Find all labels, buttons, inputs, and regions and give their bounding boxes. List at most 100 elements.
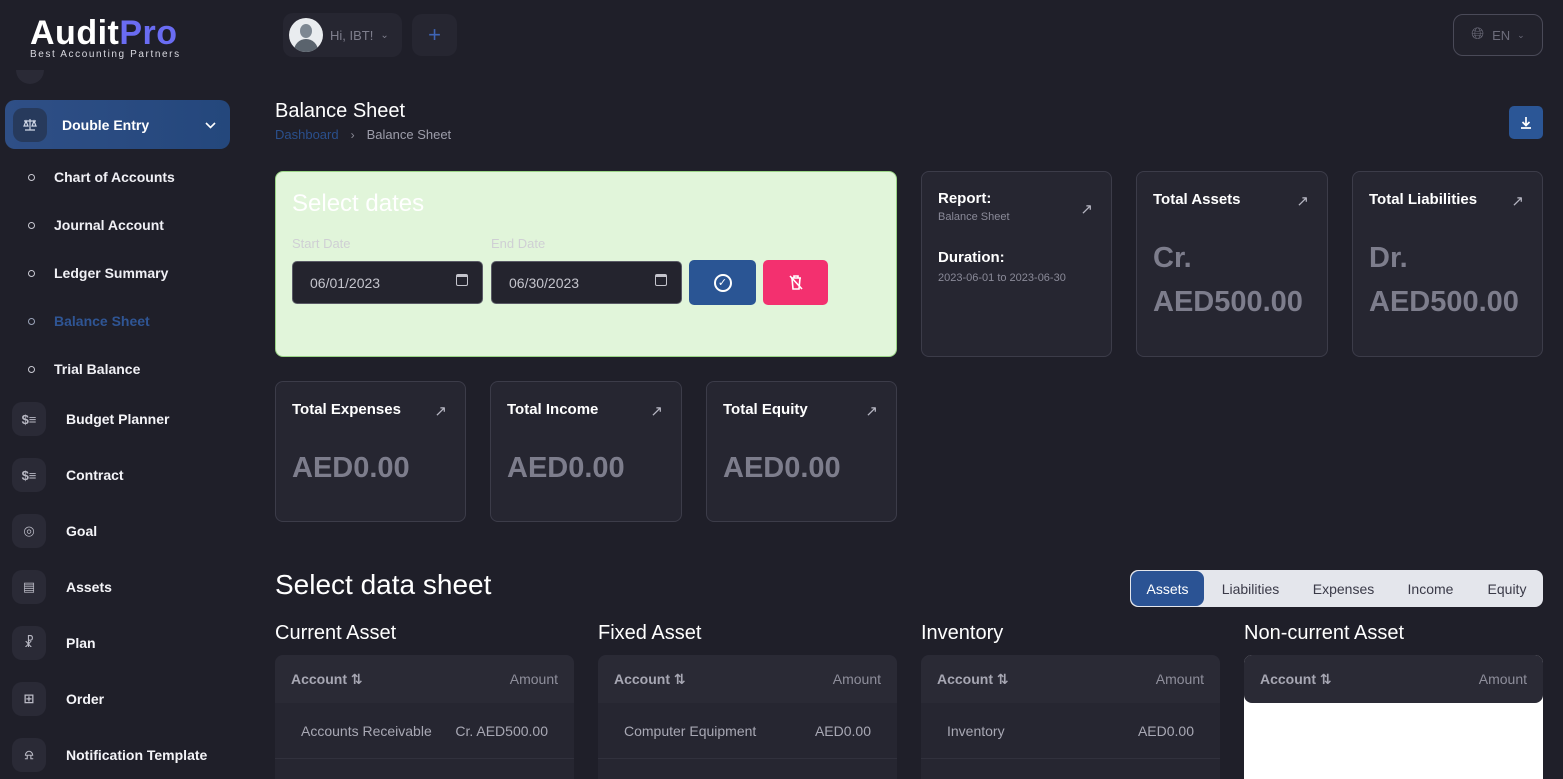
- total-equity-value: AED0.00: [723, 452, 841, 484]
- duration-label: Duration:: [938, 249, 1005, 266]
- sidebar-item-label: Notification Template: [66, 747, 208, 763]
- sidebar-item-label: Contract: [66, 467, 124, 483]
- account-column-header[interactable]: Account ⇅: [1260, 671, 1332, 688]
- language-select[interactable]: 🌐︎ EN ⌄: [1453, 14, 1543, 56]
- cart-icon: ⊞: [12, 682, 46, 716]
- table-row: Accounts Receivable Cr. AED500.00: [275, 703, 574, 759]
- download-button[interactable]: [1509, 106, 1543, 139]
- total-liabilities-prefix: Dr.: [1369, 242, 1408, 274]
- amount-column-header: Amount: [1478, 671, 1527, 687]
- plus-icon: +: [428, 22, 441, 47]
- sidebar-subitem-label: Trial Balance: [54, 361, 141, 377]
- amount-cell: Cr. AED500.00: [455, 722, 548, 739]
- amount-cell: AED0.00: [1137, 722, 1194, 739]
- end-date-input[interactable]: 06/30/2023: [491, 261, 682, 304]
- trophy-icon: ☧: [12, 626, 46, 660]
- account-cell: Inventory: [947, 722, 1005, 739]
- select-dates-card: Select dates Start Date End Date 06/01/2…: [275, 171, 897, 357]
- amount-cell: AED0.00: [814, 722, 871, 739]
- money-stack-icon: $≡: [12, 458, 46, 492]
- arrow-up-right-icon[interactable]: ↗: [1511, 192, 1524, 210]
- add-button[interactable]: +: [412, 14, 457, 56]
- sidebar-item-notification-template[interactable]: ⍾ Notification Template: [12, 738, 207, 772]
- globe-icon: 🌐︎: [1471, 26, 1485, 43]
- calculator-icon: ▤: [12, 570, 46, 604]
- section-title-non-current-asset: Non-current Asset: [1244, 622, 1405, 644]
- calendar-icon[interactable]: [655, 274, 667, 286]
- sidebar-subitem-journal-account[interactable]: Journal Account: [28, 215, 164, 235]
- total-equity-title: Total Equity: [723, 401, 808, 418]
- logo[interactable]: AuditPro Best Accounting Partners: [30, 14, 181, 60]
- sidebar-subitem-chart-of-accounts[interactable]: Chart of Accounts: [28, 167, 175, 187]
- total-income-title: Total Income: [507, 401, 599, 418]
- account-cell: Accounts Receivable: [301, 722, 432, 739]
- non-current-asset-table: Account ⇅ Amount: [1244, 655, 1543, 779]
- report-card: Report: Balance Sheet ↗ Duration: 2023-0…: [921, 171, 1112, 357]
- inventory-table: Account ⇅ Amount Inventory AED0.00: [921, 655, 1220, 779]
- start-date-input[interactable]: 06/01/2023: [292, 261, 483, 304]
- arrow-up-right-icon[interactable]: ↗: [434, 402, 447, 420]
- tab-income[interactable]: Income: [1390, 571, 1471, 606]
- tab-liabilities[interactable]: Liabilities: [1204, 571, 1297, 606]
- sidebar-item-contract[interactable]: $≡ Contract: [12, 458, 124, 492]
- total-liabilities-value: AED500.00: [1369, 286, 1519, 318]
- sidebar-subitem-label: Chart of Accounts: [54, 169, 175, 185]
- total-expenses-value: AED0.00: [292, 452, 410, 484]
- total-income-card: Total Income ↗ AED0.00: [490, 381, 682, 522]
- bullet-icon: [28, 269, 35, 277]
- sidebar-item-budget-planner[interactable]: $≡ Budget Planner: [12, 402, 169, 436]
- sidebar-item-order[interactable]: ⊞ Order: [12, 682, 104, 716]
- table-header: Account ⇅ Amount: [275, 655, 574, 703]
- bullet-icon: [28, 317, 35, 325]
- end-date-label: End Date: [491, 236, 546, 251]
- total-assets-title: Total Assets: [1153, 191, 1241, 208]
- arrow-up-right-icon[interactable]: ↗: [1296, 192, 1309, 210]
- account-column-header[interactable]: Account ⇅: [291, 671, 363, 688]
- sidebar-item-plan[interactable]: ☧ Plan: [12, 626, 96, 660]
- section-title-current-asset: Current Asset: [275, 622, 397, 644]
- calendar-icon[interactable]: [456, 274, 468, 286]
- sidebar-item-label: Order: [66, 691, 105, 707]
- avatar: [289, 18, 323, 52]
- sidebar-subitem-ledger-summary[interactable]: Ledger Summary: [28, 263, 168, 283]
- sidebar-item-assets[interactable]: ▤ Assets: [12, 570, 112, 604]
- chevron-right-icon: ›: [350, 127, 355, 142]
- sidebar-item-label: Goal: [66, 523, 98, 539]
- tab-equity[interactable]: Equity: [1471, 571, 1543, 606]
- total-assets-prefix: Cr.: [1153, 242, 1192, 274]
- trash-off-icon: [788, 275, 803, 290]
- breadcrumb-home-link[interactable]: Dashboard: [275, 127, 339, 142]
- logo-text-pro: Pro: [119, 14, 178, 52]
- arrow-up-right-icon[interactable]: ↗: [650, 402, 663, 420]
- duration-value: 2023-06-01 to 2023-06-30: [938, 272, 1066, 284]
- breadcrumb-current: Balance Sheet: [366, 127, 452, 142]
- scale-icon: [13, 107, 47, 142]
- breadcrumb: Dashboard › Balance Sheet: [275, 127, 451, 142]
- sidebar-item-goal[interactable]: ◎ Goal: [12, 514, 97, 548]
- sidebar-subitem-label: Journal Account: [54, 217, 164, 233]
- amount-column-header: Amount: [509, 671, 558, 687]
- tab-assets[interactable]: Assets: [1131, 571, 1204, 606]
- select-dates-title: Select dates: [292, 190, 425, 217]
- table-header: Account ⇅ Amount: [598, 655, 897, 703]
- language-label: EN: [1492, 27, 1511, 43]
- chevron-down-icon: ⌄: [380, 29, 389, 41]
- sidebar-item-double-entry[interactable]: Double Entry: [5, 100, 230, 149]
- bullet-icon: [28, 221, 35, 229]
- arrow-up-right-icon[interactable]: ↗: [865, 402, 878, 420]
- account-column-header[interactable]: Account ⇅: [937, 671, 1009, 688]
- table-row-empty: [598, 759, 897, 779]
- download-icon: [1521, 116, 1531, 129]
- scroll-indicator: [16, 70, 44, 84]
- apply-dates-button[interactable]: ✓: [689, 260, 756, 305]
- sidebar-subitem-balance-sheet[interactable]: Balance Sheet: [28, 311, 150, 331]
- sidebar-subitem-label: Ledger Summary: [54, 265, 169, 281]
- arrow-up-right-icon[interactable]: ↗: [1080, 200, 1093, 218]
- sidebar-subitem-trial-balance[interactable]: Trial Balance: [28, 359, 140, 379]
- user-menu-button[interactable]: Hi, IBT! ⌄: [283, 13, 402, 57]
- clear-dates-button[interactable]: [763, 260, 828, 305]
- data-sheet-tabs: Assets Liabilities Expenses Income Equit…: [1130, 570, 1543, 607]
- table-row: Inventory AED0.00: [921, 703, 1220, 759]
- tab-expenses[interactable]: Expenses: [1297, 571, 1390, 606]
- account-column-header[interactable]: Account ⇅: [614, 671, 686, 688]
